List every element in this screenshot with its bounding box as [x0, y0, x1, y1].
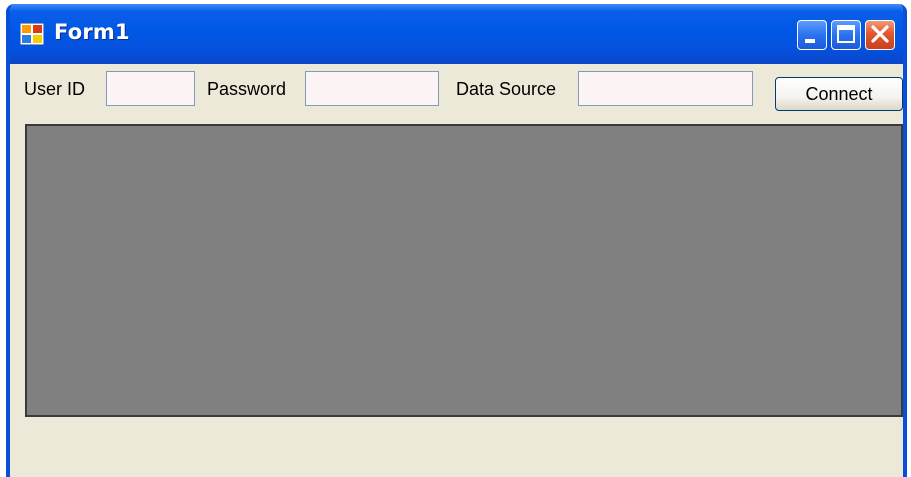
data-source-input[interactable]	[578, 71, 753, 106]
minimize-button[interactable]	[797, 20, 827, 50]
minimize-icon	[805, 39, 815, 43]
window-title: Form1	[54, 20, 130, 44]
close-button[interactable]	[865, 20, 895, 50]
form-app-icon	[20, 23, 44, 45]
connect-button[interactable]: Connect	[775, 77, 903, 111]
data-source-label: Data Source	[456, 79, 557, 99]
form1-window: Form1 User ID Password Data Source Conne…	[6, 4, 907, 477]
password-label: Password	[207, 79, 287, 99]
user-id-input[interactable]	[106, 71, 195, 106]
close-icon	[871, 25, 889, 43]
data-grid[interactable]	[25, 124, 903, 417]
form-client-area: User ID Password Data Source Connect	[10, 64, 903, 477]
title-bar[interactable]: Form1	[10, 4, 903, 64]
maximize-button[interactable]	[831, 20, 861, 50]
user-id-label: User ID	[24, 79, 86, 99]
maximize-icon	[837, 25, 855, 43]
password-input[interactable]	[305, 71, 439, 106]
